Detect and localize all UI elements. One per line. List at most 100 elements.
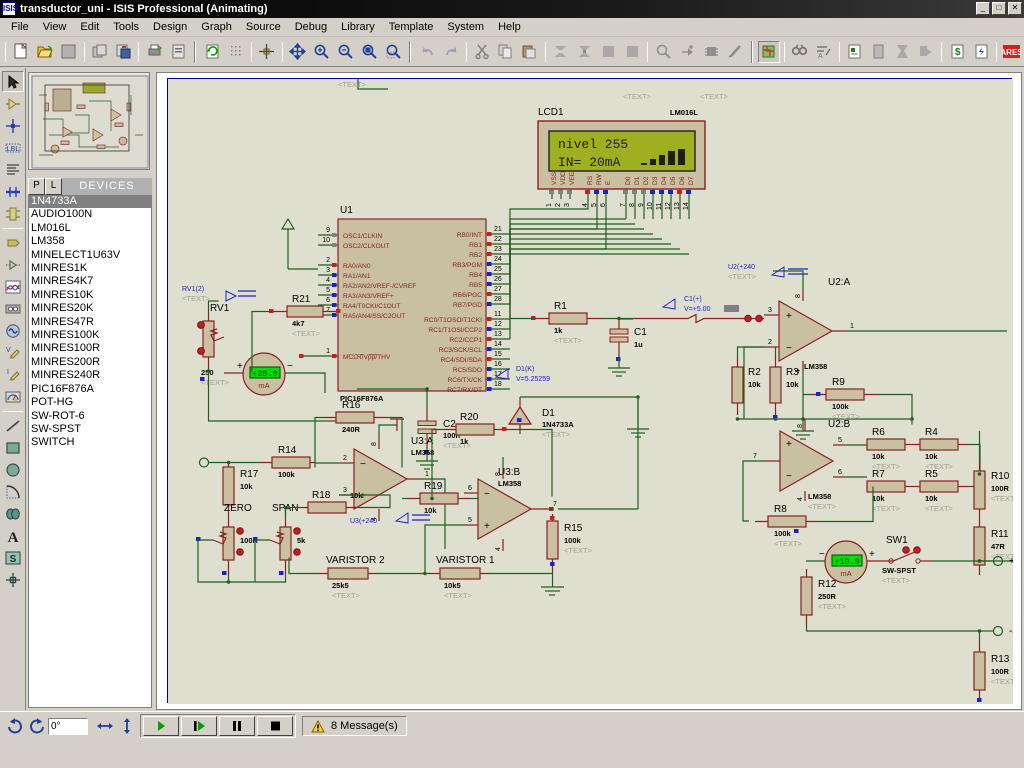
electrical-rule-check-icon[interactable]	[970, 41, 992, 63]
paste-icon[interactable]	[519, 41, 541, 63]
device-item[interactable]: POT-HG	[29, 396, 151, 409]
design-explorer-icon[interactable]	[844, 41, 866, 63]
wire-autorouter-icon[interactable]	[758, 41, 780, 63]
decompose-icon[interactable]	[724, 41, 746, 63]
library-tab[interactable]: L	[45, 178, 62, 195]
device-item[interactable]: MINELECT1U63V	[29, 249, 151, 262]
device-item[interactable]: PIC16F876A	[29, 383, 151, 396]
pick-device-tab[interactable]: P	[28, 178, 45, 195]
search-tag-icon[interactable]	[789, 41, 811, 63]
message-indicator[interactable]: 8 Message(s)	[302, 716, 407, 736]
exit-sheet-icon[interactable]	[915, 41, 937, 63]
undo-icon[interactable]	[416, 41, 438, 63]
graph-mode-icon[interactable]	[2, 276, 24, 297]
menu-system[interactable]: System	[440, 19, 491, 35]
copy-icon[interactable]	[495, 41, 517, 63]
2d-symbol-icon[interactable]: S	[2, 547, 24, 568]
schematic-editor-canvas[interactable]: .wire { stroke:#1f5f1f; stroke-width:1.2…	[156, 72, 1022, 710]
virtual-instrument-icon[interactable]	[2, 386, 24, 407]
device-pin-icon[interactable]	[2, 254, 24, 275]
menu-tools[interactable]: Tools	[106, 19, 146, 35]
zoom-out-icon[interactable]	[335, 41, 357, 63]
device-item[interactable]: SW-SPST	[29, 423, 151, 436]
new-file-icon[interactable]	[10, 41, 32, 63]
packaging-tool-icon[interactable]	[700, 41, 722, 63]
stop-button[interactable]	[257, 716, 293, 736]
save-icon[interactable]	[58, 41, 80, 63]
mirror-horizontal-icon[interactable]	[94, 715, 116, 737]
voltage-probe-icon[interactable]: V	[2, 342, 24, 363]
menu-template[interactable]: Template	[382, 19, 441, 35]
menu-view[interactable]: View	[36, 19, 74, 35]
device-item[interactable]: 1N4733A	[29, 195, 151, 208]
redo-icon[interactable]	[440, 41, 462, 63]
generator-mode-icon[interactable]	[2, 320, 24, 341]
2d-line-icon[interactable]	[2, 415, 24, 436]
origin-icon[interactable]	[256, 41, 278, 63]
rotation-input[interactable]: 0°	[48, 718, 88, 735]
2d-circle-icon[interactable]	[2, 459, 24, 480]
menu-graph[interactable]: Graph	[194, 19, 239, 35]
2d-path-icon[interactable]	[2, 503, 24, 524]
schematic-sheet[interactable]: .wire { stroke:#1f5f1f; stroke-width:1.2…	[167, 78, 1012, 703]
device-item[interactable]: MINRES4K7	[29, 275, 151, 288]
zoom-in-icon[interactable]	[311, 41, 333, 63]
pause-button[interactable]	[219, 716, 255, 736]
devices-list[interactable]: 1N4733A AUDIO100N LM016L LM358 MINELECT1…	[28, 195, 152, 708]
print-icon[interactable]	[143, 41, 165, 63]
menu-file[interactable]: File	[4, 19, 36, 35]
cut-icon[interactable]	[471, 41, 493, 63]
device-item[interactable]: SWITCH	[29, 436, 151, 449]
close-button[interactable]: ✕	[1008, 2, 1022, 15]
rotate-clockwise-icon[interactable]	[4, 715, 26, 737]
junction-dot-icon[interactable]	[2, 115, 24, 136]
ares-icon[interactable]: ARES	[1001, 41, 1023, 63]
schematic-overview-panel[interactable]	[28, 72, 150, 170]
remove-sheet-icon[interactable]	[891, 41, 913, 63]
zoom-all-icon[interactable]	[359, 41, 381, 63]
device-item[interactable]: SW-ROT-6	[29, 410, 151, 423]
component-mode-icon[interactable]	[2, 93, 24, 114]
tape-recorder-icon[interactable]	[2, 298, 24, 319]
device-item[interactable]: MINRES20K	[29, 302, 151, 315]
device-item[interactable]: LM358	[29, 235, 151, 248]
pan-icon[interactable]	[287, 41, 309, 63]
open-folder-icon[interactable]	[34, 41, 56, 63]
device-item[interactable]: MINRES100R	[29, 342, 151, 355]
2d-arc-icon[interactable]	[2, 481, 24, 502]
zoom-area-icon[interactable]	[382, 41, 404, 63]
mirror-vertical-icon[interactable]	[116, 715, 138, 737]
block-delete-icon[interactable]	[621, 41, 643, 63]
step-button[interactable]	[181, 716, 217, 736]
subcircuit-icon[interactable]	[2, 203, 24, 224]
menu-edit[interactable]: Edit	[73, 19, 106, 35]
menu-source[interactable]: Source	[239, 19, 288, 35]
device-item[interactable]: MINRES47R	[29, 316, 151, 329]
device-item[interactable]: LM016L	[29, 222, 151, 235]
text-script-icon[interactable]	[2, 159, 24, 180]
make-device-icon[interactable]	[676, 41, 698, 63]
device-item[interactable]: MINRES100K	[29, 329, 151, 342]
minimize-button[interactable]: _	[976, 2, 990, 15]
terminals-mode-icon[interactable]	[2, 232, 24, 253]
maximize-button[interactable]: □	[992, 2, 1006, 15]
block-rotate-icon[interactable]	[598, 41, 620, 63]
device-item[interactable]: AUDIO100N	[29, 208, 151, 221]
pick-device-icon[interactable]	[652, 41, 674, 63]
new-sheet-icon[interactable]	[868, 41, 890, 63]
device-item[interactable]: MINRES1K	[29, 262, 151, 275]
bill-of-materials-icon[interactable]: $	[946, 41, 968, 63]
2d-text-icon[interactable]: A	[2, 525, 24, 546]
menu-debug[interactable]: Debug	[288, 19, 334, 35]
property-assignment-icon[interactable]: A	[813, 41, 835, 63]
import-section-icon[interactable]	[89, 41, 111, 63]
buses-icon[interactable]	[2, 181, 24, 202]
block-copy-icon[interactable]	[550, 41, 572, 63]
export-section-icon[interactable]	[113, 41, 135, 63]
grid-toggle-icon[interactable]	[225, 41, 247, 63]
2d-box-icon[interactable]	[2, 437, 24, 458]
menu-help[interactable]: Help	[491, 19, 528, 35]
device-item[interactable]: MINRES10K	[29, 289, 151, 302]
block-move-icon[interactable]	[574, 41, 596, 63]
refresh-icon[interactable]	[201, 41, 223, 63]
